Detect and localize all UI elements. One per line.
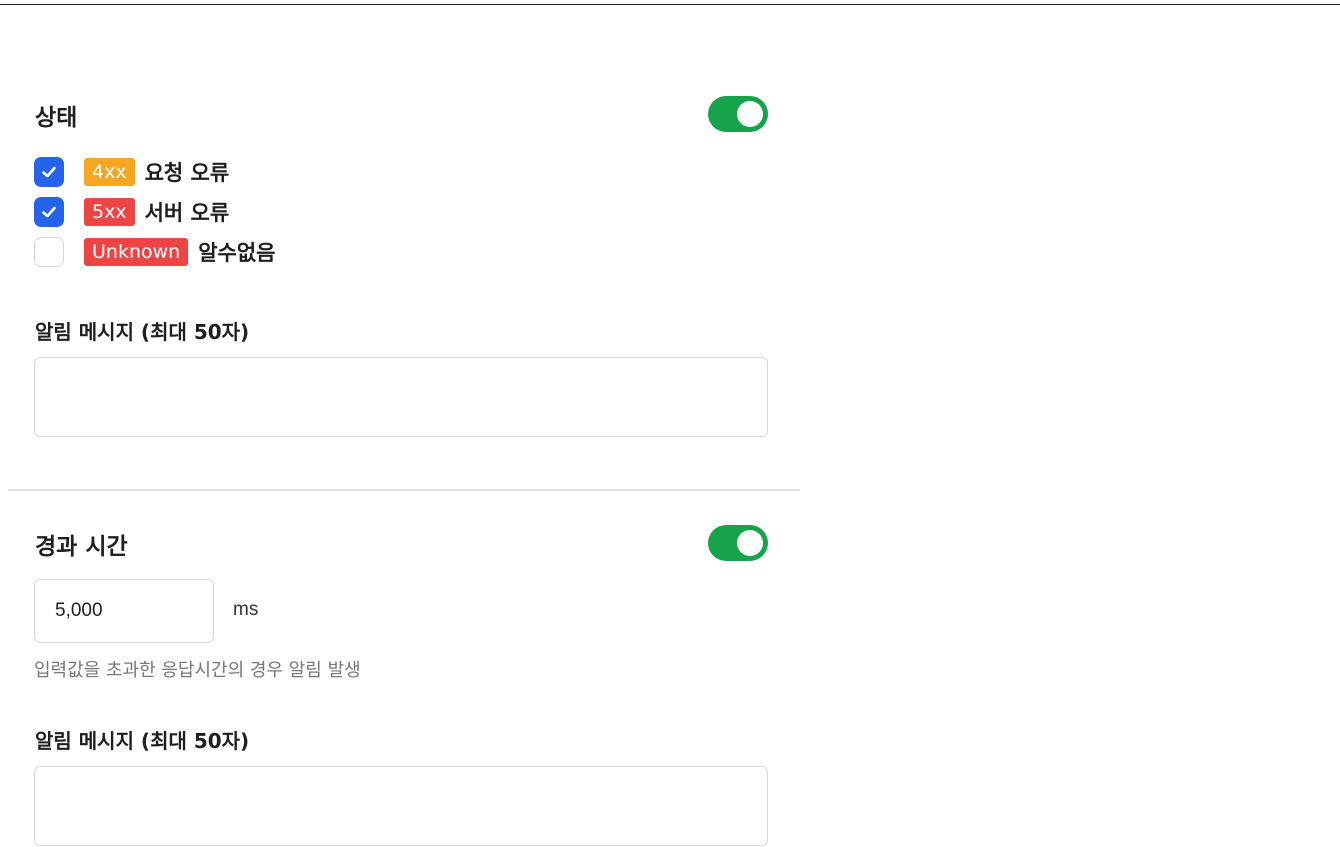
status-option-4xx[interactable]: 4xx 요청 오류	[34, 157, 229, 187]
elapsed-toggle[interactable]	[708, 525, 768, 561]
elapsed-message-input[interactable]	[34, 766, 768, 846]
status-message-label: 알림 메시지 (최대 50자)	[35, 320, 250, 344]
toggle-knob	[737, 530, 763, 556]
section-divider	[8, 489, 800, 491]
tag-5xx: 5xx	[84, 198, 135, 226]
status-toggle[interactable]	[708, 96, 768, 132]
status-message-input[interactable]	[34, 357, 768, 437]
elapsed-section-title: 경과 시간	[35, 534, 128, 560]
check-icon	[42, 206, 56, 218]
threshold-hint: 입력값을 초과한 응답시간의 경우 알림 발생	[34, 660, 361, 681]
status-option-unknown[interactable]: Unknown 알수없음	[34, 237, 275, 267]
elapsed-message-label: 알림 메시지 (최대 50자)	[35, 729, 250, 753]
check-icon	[42, 166, 56, 178]
option-label: 요청 오류	[144, 161, 230, 185]
checkbox-5xx[interactable]	[34, 197, 64, 227]
option-label: 서버 오류	[144, 201, 230, 225]
tag-unknown: Unknown	[84, 238, 189, 266]
status-option-5xx[interactable]: 5xx 서버 오류	[34, 197, 229, 227]
option-label: 알수없음	[198, 241, 276, 265]
threshold-unit: ms	[233, 599, 259, 620]
top-divider	[0, 4, 1340, 5]
status-section-title: 상태	[35, 105, 78, 131]
toggle-knob	[737, 101, 763, 127]
tag-4xx: 4xx	[84, 158, 135, 186]
checkbox-unknown[interactable]	[34, 237, 64, 267]
threshold-input[interactable]	[34, 579, 214, 643]
checkbox-4xx[interactable]	[34, 157, 64, 187]
